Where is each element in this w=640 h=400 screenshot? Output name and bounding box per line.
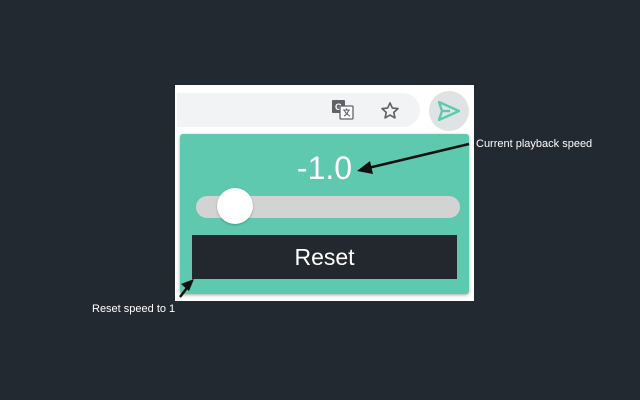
reset-callout: Reset speed to 1 — [92, 303, 176, 315]
annotation-arrows — [179, 142, 470, 298]
speed-callout: Current playback speed — [476, 138, 593, 150]
